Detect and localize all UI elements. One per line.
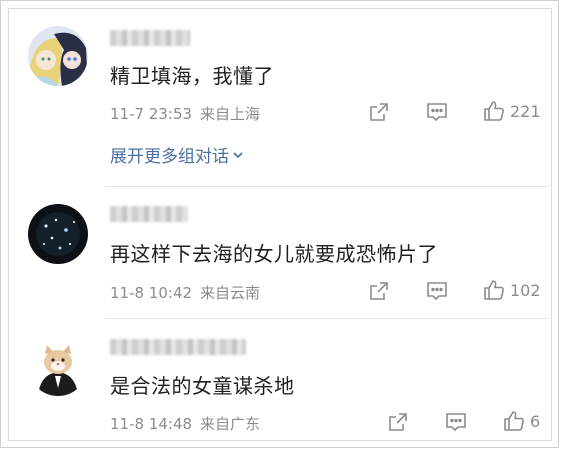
like-button[interactable]: 6 [502, 409, 540, 433]
reply-button[interactable] [444, 410, 468, 434]
comment-time: 11-7 23:53 [110, 105, 193, 123]
expand-conversation-link[interactable]: 展开更多组对话 [110, 142, 245, 167]
share-icon [370, 282, 388, 300]
comment-text: 是合法的女童谋杀地 [110, 374, 295, 398]
divider [105, 186, 549, 187]
avatar[interactable] [28, 336, 88, 396]
comment-location: 来自上海 [200, 105, 261, 123]
avatar[interactable] [28, 26, 88, 86]
comment-icon [427, 282, 447, 301]
like-button[interactable]: 221 [482, 99, 541, 123]
thumbs-up-icon [484, 101, 504, 121]
chevron-down-icon [233, 151, 243, 158]
reply-button[interactable] [425, 279, 449, 303]
expand-label: 展开更多组对话 [110, 147, 229, 167]
comment-meta: 11-8 10:42 来自云南 [110, 282, 260, 303]
share-icon [370, 103, 388, 121]
comment-time: 11-8 14:48 [110, 415, 193, 433]
share-button[interactable] [387, 410, 409, 434]
comment-location: 来自广东 [200, 415, 261, 433]
thumbs-up-icon [484, 280, 504, 300]
username-redacted[interactable] [110, 30, 190, 46]
username-redacted[interactable] [110, 206, 188, 222]
like-button[interactable]: 102 [482, 278, 541, 302]
comment-text: 精卫填海，我懂了 [110, 64, 274, 88]
share-button[interactable] [368, 279, 390, 303]
username-redacted[interactable] [110, 339, 246, 355]
divider [105, 318, 549, 319]
comment-time: 11-8 10:42 [110, 284, 193, 302]
comment-icon [427, 103, 447, 122]
comment-meta: 11-8 14:48 来自广东 [110, 413, 260, 434]
like-count: 221 [510, 101, 541, 121]
thumbs-up-icon [504, 411, 524, 431]
comment-text: 再这样下去海的女儿就要成恐怖片了 [110, 242, 438, 266]
reply-button[interactable] [425, 100, 449, 124]
comment-meta: 11-7 23:53 来自上海 [110, 103, 260, 124]
comment-icon [446, 413, 466, 432]
avatar[interactable] [28, 204, 88, 264]
comment-location: 来自云南 [200, 284, 261, 302]
like-count: 102 [510, 280, 541, 300]
like-count: 6 [530, 411, 541, 431]
share-icon [389, 413, 407, 431]
share-button[interactable] [368, 100, 390, 124]
